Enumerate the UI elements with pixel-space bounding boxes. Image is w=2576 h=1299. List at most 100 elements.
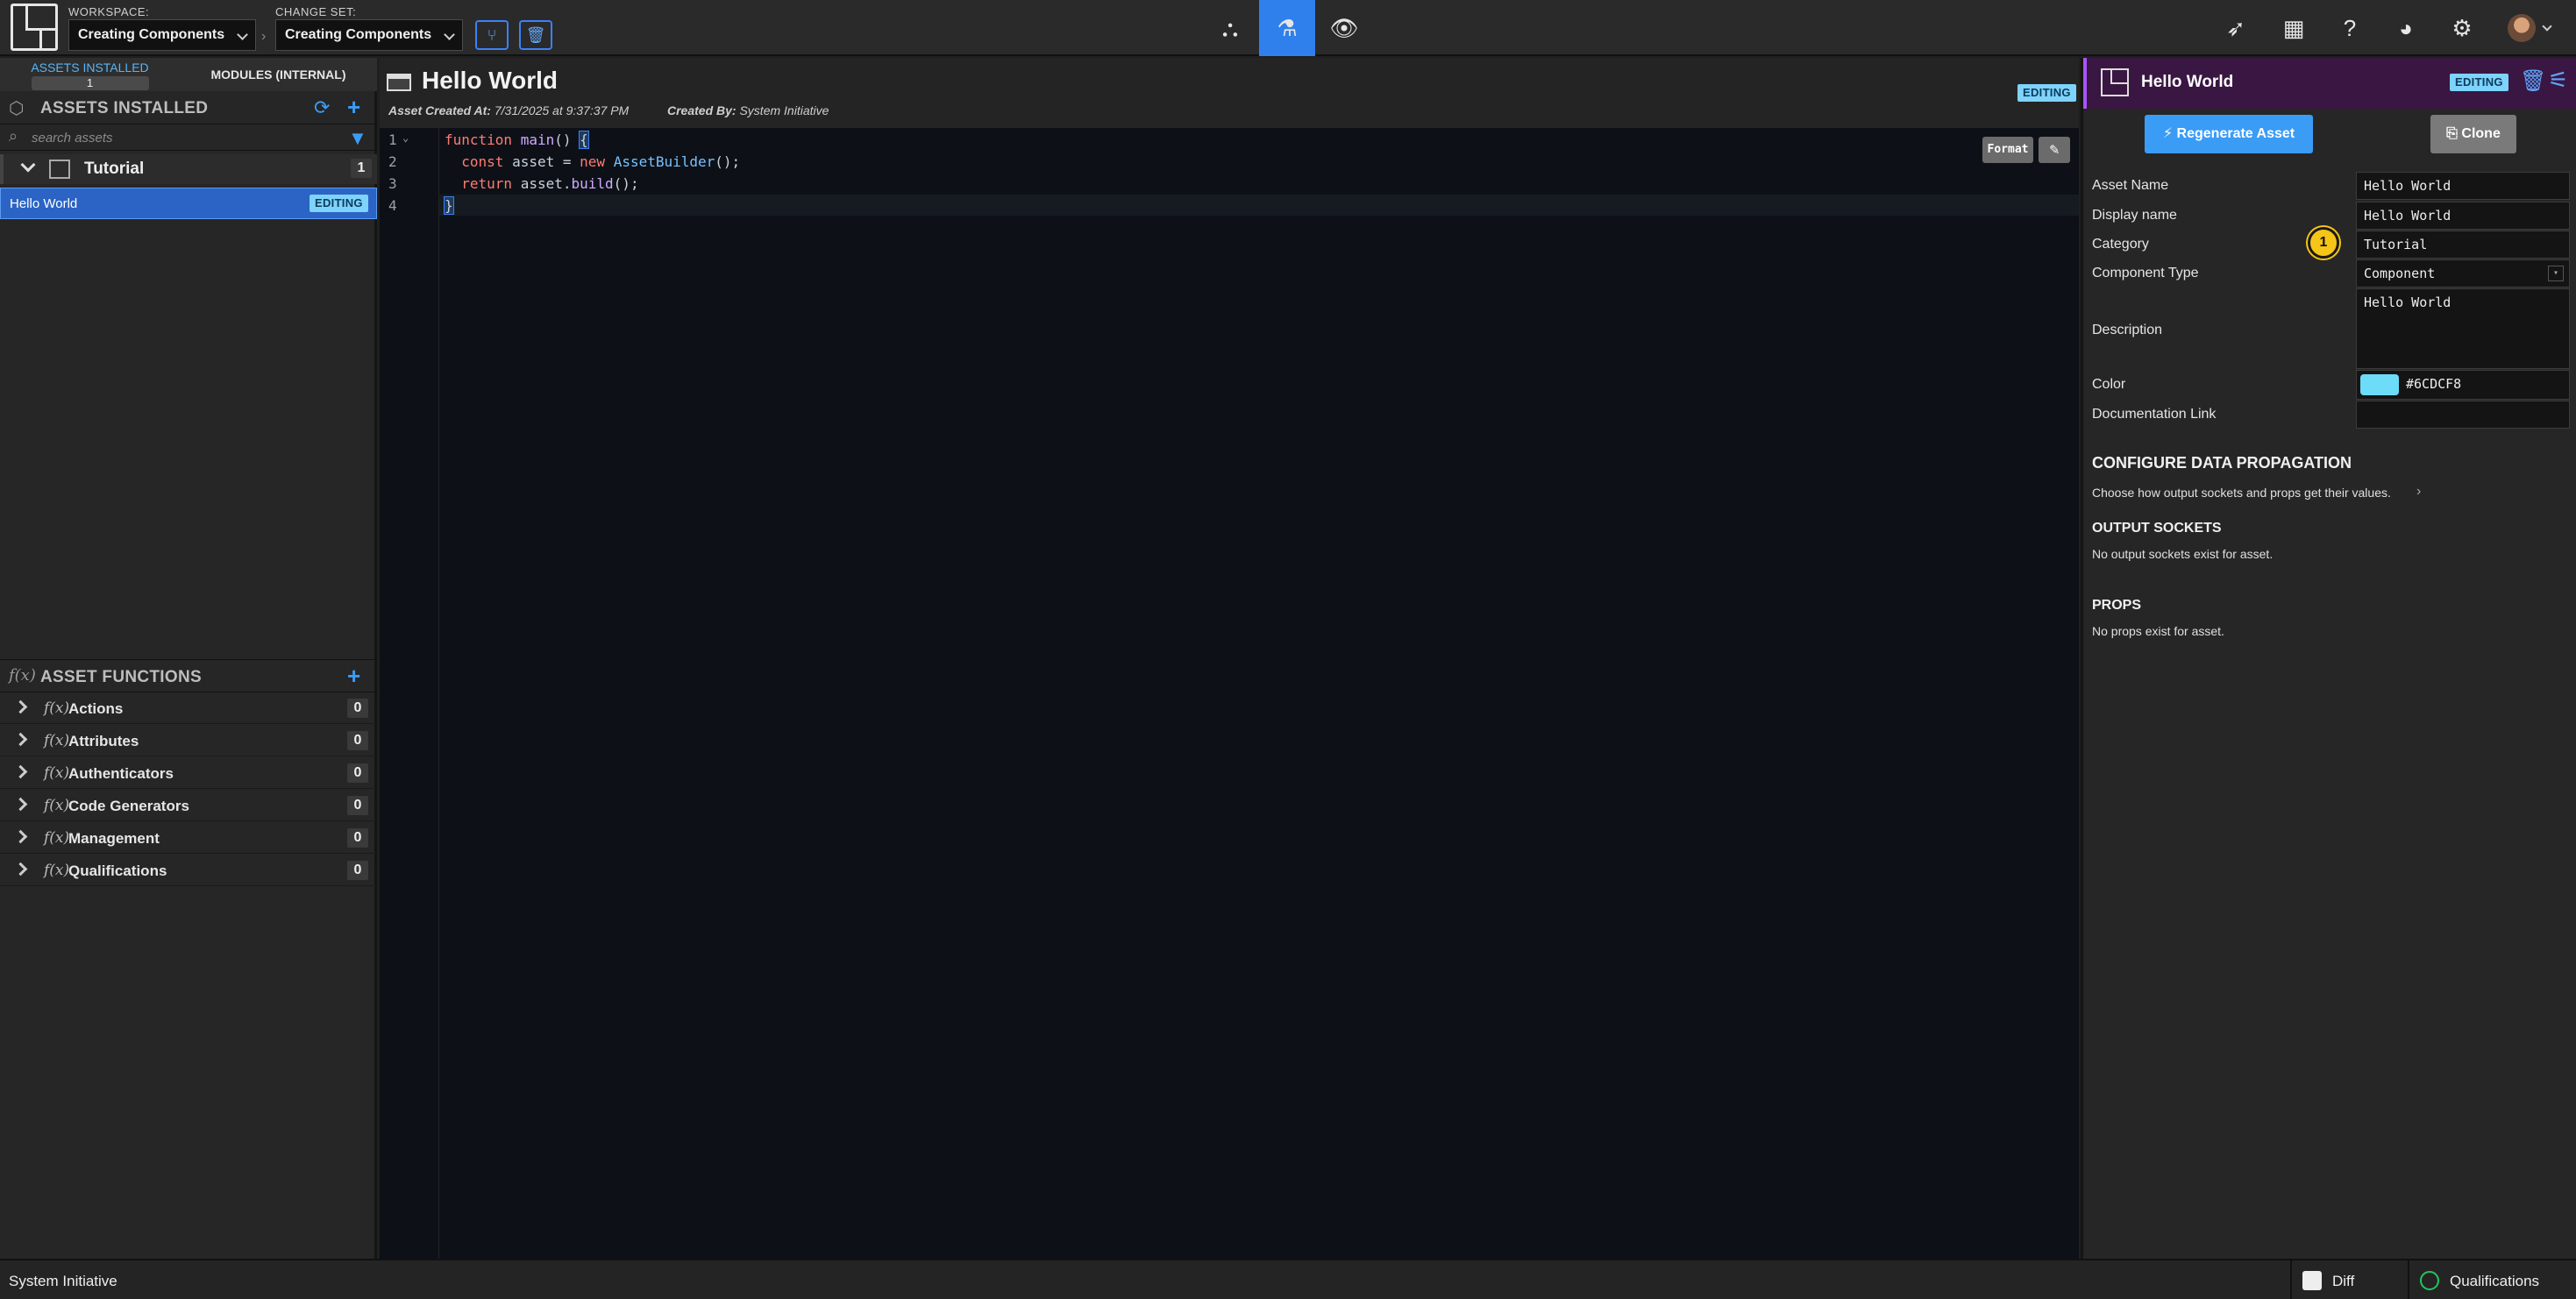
details-title: Hello World — [2141, 73, 2234, 91]
function-group-authenticators[interactable]: f(x) Authenticators 0 — [0, 757, 377, 789]
function-icon: f(x) — [44, 732, 70, 749]
trash-icon[interactable]: 🗑 — [2520, 68, 2546, 94]
function-icon: f(x) — [44, 764, 70, 782]
add-asset-button[interactable]: + — [347, 96, 360, 118]
left-panel: ASSETS INSTALLED 1 MODULES (INTERNAL) ⬡ … — [0, 58, 377, 1259]
category-icon — [49, 160, 70, 179]
category-label: Tutorial — [84, 160, 145, 178]
category-row-tutorial[interactable]: Tutorial 1 — [0, 154, 377, 184]
filter-icon[interactable]: ▼ — [348, 127, 367, 150]
chevron-right-icon — [13, 699, 28, 714]
status-bar: System Initiative Diff Qualifications — [0, 1259, 2576, 1299]
cube-icon: ⬡ — [9, 99, 25, 118]
tab-modules-internal[interactable]: MODULES (INTERNAL) — [180, 58, 377, 91]
function-group-qualifications[interactable]: f(x) Qualifications 0 — [0, 855, 377, 886]
asset-item-label: Hello World — [10, 196, 78, 211]
chevron-right-icon: › — [2416, 484, 2422, 499]
format-button[interactable]: Format — [1982, 137, 2033, 163]
code-line: return asset.build(); — [461, 175, 639, 192]
vim-mode-button[interactable]: ✎ — [2039, 137, 2070, 163]
function-icon: f(x) — [44, 829, 70, 847]
color-label: Color — [2092, 377, 2126, 392]
beaker-icon: ⚗ — [1277, 15, 1298, 41]
refresh-icon[interactable]: ⟳ — [314, 96, 330, 119]
asset-name-field[interactable]: Hello World — [2356, 172, 2570, 200]
function-group-actions[interactable]: f(x) Actions 0 — [0, 692, 377, 724]
avatar[interactable] — [2508, 14, 2536, 42]
app-logo[interactable] — [11, 4, 58, 51]
function-group-attributes[interactable]: f(x) Attributes 0 — [0, 725, 377, 756]
category-field[interactable]: Tutorial — [2356, 231, 2570, 259]
display-name-field[interactable]: Hello World — [2356, 202, 2570, 230]
doc-link-field[interactable] — [2356, 401, 2570, 429]
function-group-management[interactable]: f(x) Management 0 — [0, 822, 377, 854]
top-bar: WORKSPACE: Creating Components › CHANGE … — [0, 0, 2576, 56]
sliders-icon[interactable]: ⚟ — [2548, 67, 2568, 94]
function-icon: f(x) — [44, 699, 70, 717]
workspace-select[interactable]: Creating Components — [68, 19, 256, 51]
add-function-button[interactable]: + — [347, 664, 360, 687]
left-tabs: ASSETS INSTALLED 1 MODULES (INTERNAL) — [0, 58, 377, 91]
color-field[interactable]: #6CDCF8 — [2356, 370, 2570, 400]
function-group-code-generators[interactable]: f(x) Code Generators 0 — [0, 790, 377, 821]
clone-label: Clone — [2461, 126, 2501, 141]
details-header: Hello World EDITING 🗑 ⚟ — [2083, 58, 2576, 109]
component-type-select[interactable]: Component ▾ — [2356, 259, 2570, 287]
grid-icon[interactable]: ▦ — [2278, 12, 2309, 44]
status-badge: EDITING — [310, 195, 368, 212]
changeset-select[interactable]: Creating Components — [275, 19, 463, 51]
cursor-icon[interactable]: ➶ — [2220, 12, 2252, 44]
chevron-down-icon — [237, 29, 248, 40]
function-group-count: 0 — [347, 699, 368, 718]
customize-view-button[interactable]: ⚗ — [1259, 0, 1315, 56]
line-number: 4 — [388, 197, 397, 214]
function-group-count: 0 — [347, 828, 368, 848]
chevron-down-icon[interactable] — [2542, 21, 2552, 32]
workspace-value: Creating Components — [78, 27, 225, 42]
description-field[interactable]: Hello World — [2356, 288, 2570, 369]
component-type-label: Component Type — [2092, 266, 2199, 280]
asset-meta: Asset Created At: 7/31/2025 at 9:37:37 P… — [388, 103, 829, 117]
breadcrumb-separator: › — [261, 29, 267, 44]
chevron-right-icon — [13, 732, 28, 747]
tab-assets-installed[interactable]: ASSETS INSTALLED 1 — [0, 58, 180, 91]
qualifications-button[interactable]: Qualifications — [2408, 1260, 2576, 1299]
merge-changeset-button[interactable]: ⑂ — [475, 20, 509, 50]
abandon-changeset-button[interactable]: 🗑 — [519, 20, 552, 50]
gear-icon[interactable]: ⚙ — [2446, 12, 2478, 44]
asset-item-hello-world[interactable]: Hello World EDITING — [0, 188, 377, 219]
discord-icon[interactable]: ◕ — [2390, 12, 2422, 44]
asset-icon — [387, 74, 411, 91]
functions-section-header: f(x) ASSET FUNCTIONS + — [0, 659, 377, 692]
config-propagation-link[interactable]: Choose how output sockets and props get … — [2083, 479, 2451, 505]
regenerate-asset-button[interactable]: ⚡ Regenerate Asset — [2145, 115, 2313, 153]
chevron-right-icon — [13, 862, 28, 877]
runtime-view-button[interactable]: 👁 — [1316, 0, 1372, 56]
search-row: ⌕ ▼ — [0, 124, 377, 151]
config-section-title: CONFIGURE DATA PROPAGATION — [2092, 454, 2352, 472]
modeling-view-button[interactable]: ⛬ — [1202, 0, 1258, 56]
help-icon[interactable]: ? — [2334, 12, 2366, 44]
code-line: const asset = new AssetBuilder(); — [461, 153, 741, 170]
created-at-label: Asset Created At: — [388, 103, 491, 117]
step-marker: 1 — [2308, 227, 2339, 259]
function-group-label: Actions — [68, 700, 124, 717]
function-group-count: 0 — [347, 763, 368, 783]
fold-chevron-icon[interactable]: ⌄ — [402, 131, 409, 144]
output-sockets-empty: No output sockets exist for asset. — [2092, 547, 2274, 561]
changeset-value: Creating Components — [285, 27, 432, 42]
color-swatch[interactable] — [2360, 374, 2399, 395]
app-name: System Initiative — [9, 1273, 117, 1289]
bolt-icon: ⚡ — [2162, 126, 2174, 141]
output-sockets-title: OUTPUT SOCKETS — [2092, 521, 2222, 536]
diff-icon — [2302, 1271, 2322, 1290]
code-editor[interactable]: 1 ⌄ 2 3 4 function main() { const asset … — [380, 128, 2079, 1259]
tab-assets-label: ASSETS INSTALLED — [31, 60, 149, 75]
clone-button[interactable]: ⎘ Clone — [2430, 115, 2516, 153]
clone-icon: ⎘ — [2446, 126, 2458, 141]
function-icon: f(x) — [44, 797, 70, 814]
search-input[interactable] — [32, 128, 330, 147]
diff-button[interactable]: Diff — [2290, 1260, 2408, 1299]
status-badge: EDITING — [2017, 84, 2076, 102]
component-type-value: Component — [2364, 266, 2436, 281]
